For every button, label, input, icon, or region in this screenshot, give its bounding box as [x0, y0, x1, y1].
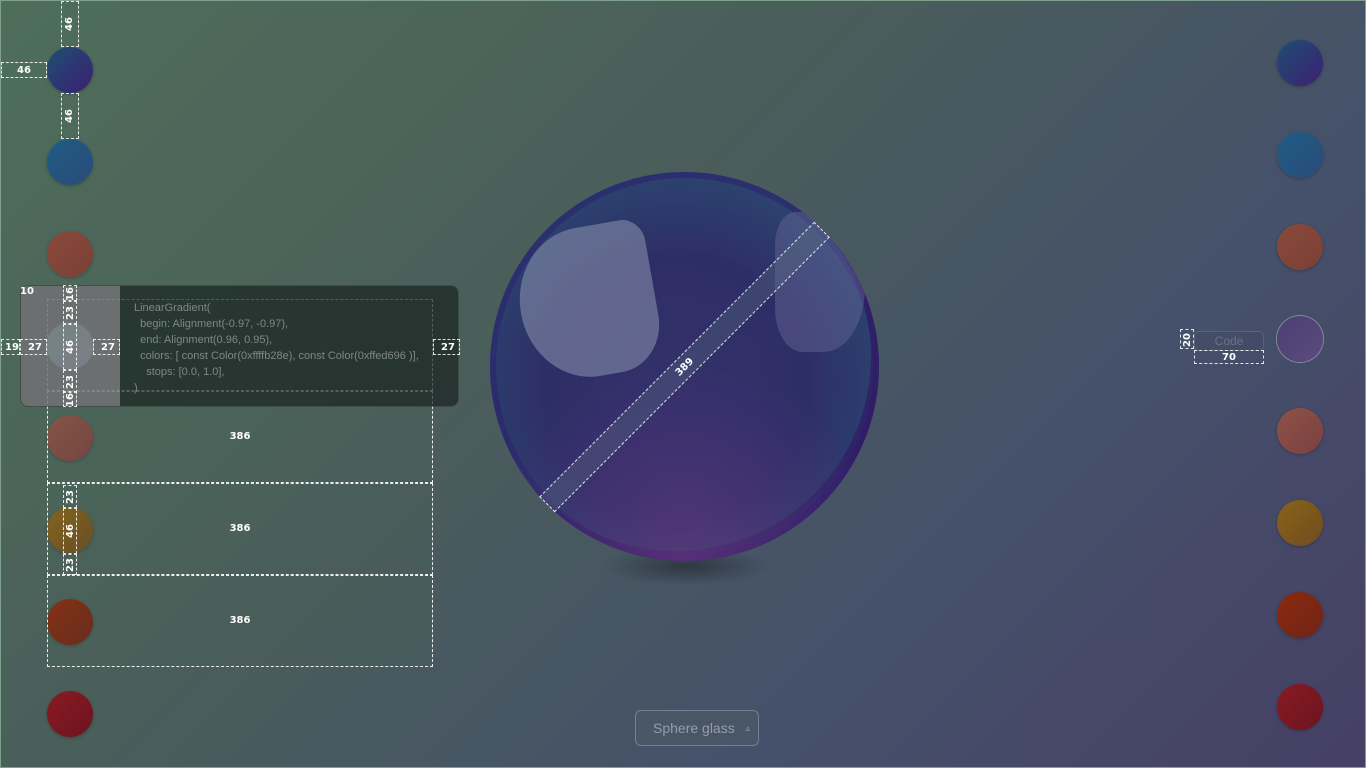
sphere-highlight	[508, 216, 667, 388]
spacing-label: 70	[1222, 352, 1236, 363]
spacing-label: 46	[64, 109, 75, 123]
spacing-label: 23	[65, 375, 76, 389]
code-line: end: Alignment(0.96, 0.95),	[134, 334, 273, 346]
code-line: stops: [0.0, 1.0],	[134, 366, 225, 378]
color-swatch-amber[interactable]	[1277, 500, 1323, 546]
code-line: LinearGradient(	[134, 302, 211, 314]
spacing-guide: 20	[1180, 329, 1194, 349]
code-line: )	[134, 382, 138, 394]
code-line: colors: [ const Color(0xffffb28e), const…	[134, 350, 419, 362]
spacing-label: 46	[64, 17, 75, 31]
color-swatch-rust[interactable]	[47, 231, 93, 277]
color-swatch-purple-blue[interactable]	[1277, 40, 1323, 86]
spacing-label: 23	[65, 490, 76, 504]
color-swatch-crimson[interactable]	[1277, 684, 1323, 730]
color-swatch-dusty-rose[interactable]	[1277, 408, 1323, 454]
spacing-guide: 70	[1194, 350, 1264, 364]
spacing-label: 46	[17, 65, 31, 76]
spacing-guide: 27	[433, 339, 460, 355]
spacing-label: 27	[101, 342, 115, 353]
spacing-guide: 27	[93, 339, 120, 355]
color-swatch-ocean-blue[interactable]	[1277, 132, 1323, 178]
spacing-guide: 23	[63, 485, 77, 508]
code-panel: LinearGradient( begin: Alignment(-0.97, …	[20, 285, 459, 407]
spacing-guide: 46	[61, 1, 79, 47]
chevron-up-icon: ▵	[745, 723, 750, 733]
spacing-label: 10	[20, 286, 34, 297]
width-label: 386	[229, 523, 251, 534]
spacing-guide: 46	[63, 324, 77, 370]
spacing-guide: 23	[63, 301, 77, 324]
spacing-label: 46	[65, 340, 76, 354]
spacing-guide: 10	[20, 285, 34, 299]
style-select-value: Sphere glass	[653, 720, 735, 736]
spacing-guide: 23	[63, 554, 77, 575]
layout-band: 386	[47, 483, 433, 575]
spacing-guide: 46	[61, 93, 79, 139]
spacing-guide: 46	[63, 508, 77, 554]
color-swatch-rust[interactable]	[1277, 224, 1323, 270]
spacing-label: 46	[65, 524, 76, 538]
spacing-guide: 27	[20, 339, 47, 355]
color-swatch-crimson[interactable]	[47, 691, 93, 737]
code-button[interactable]: Code	[1194, 331, 1264, 351]
spacing-label: 20	[1182, 333, 1193, 347]
color-swatch-purple-blue[interactable]	[47, 47, 93, 93]
spacing-label: 27	[28, 342, 42, 353]
sphere-reflection	[490, 372, 879, 561]
style-select[interactable]: Sphere glass ▵	[635, 710, 759, 746]
color-swatch-brick[interactable]	[1277, 592, 1323, 638]
spacing-label: 27	[441, 342, 455, 353]
color-swatch-ocean-blue[interactable]	[47, 139, 93, 185]
layout-band: 386	[47, 575, 433, 667]
spacing-label: 23	[65, 306, 76, 320]
spacing-label: 23	[65, 558, 76, 572]
spacing-guide: 19	[1, 339, 20, 355]
code-line: begin: Alignment(-0.97, -0.97),	[134, 318, 289, 330]
width-label: 386	[229, 615, 251, 626]
spacing-guide: 46	[1, 62, 47, 78]
gradient-code: LinearGradient( begin: Alignment(-0.97, …	[134, 300, 419, 396]
spacing-guide: 16	[63, 391, 77, 407]
width-label: 386	[229, 431, 251, 442]
color-swatch-lavender-selected[interactable]	[1277, 316, 1323, 362]
spacing-guide: 16	[63, 285, 77, 301]
spacing-label: 16	[65, 393, 76, 407]
spacing-label: 19	[5, 342, 19, 353]
